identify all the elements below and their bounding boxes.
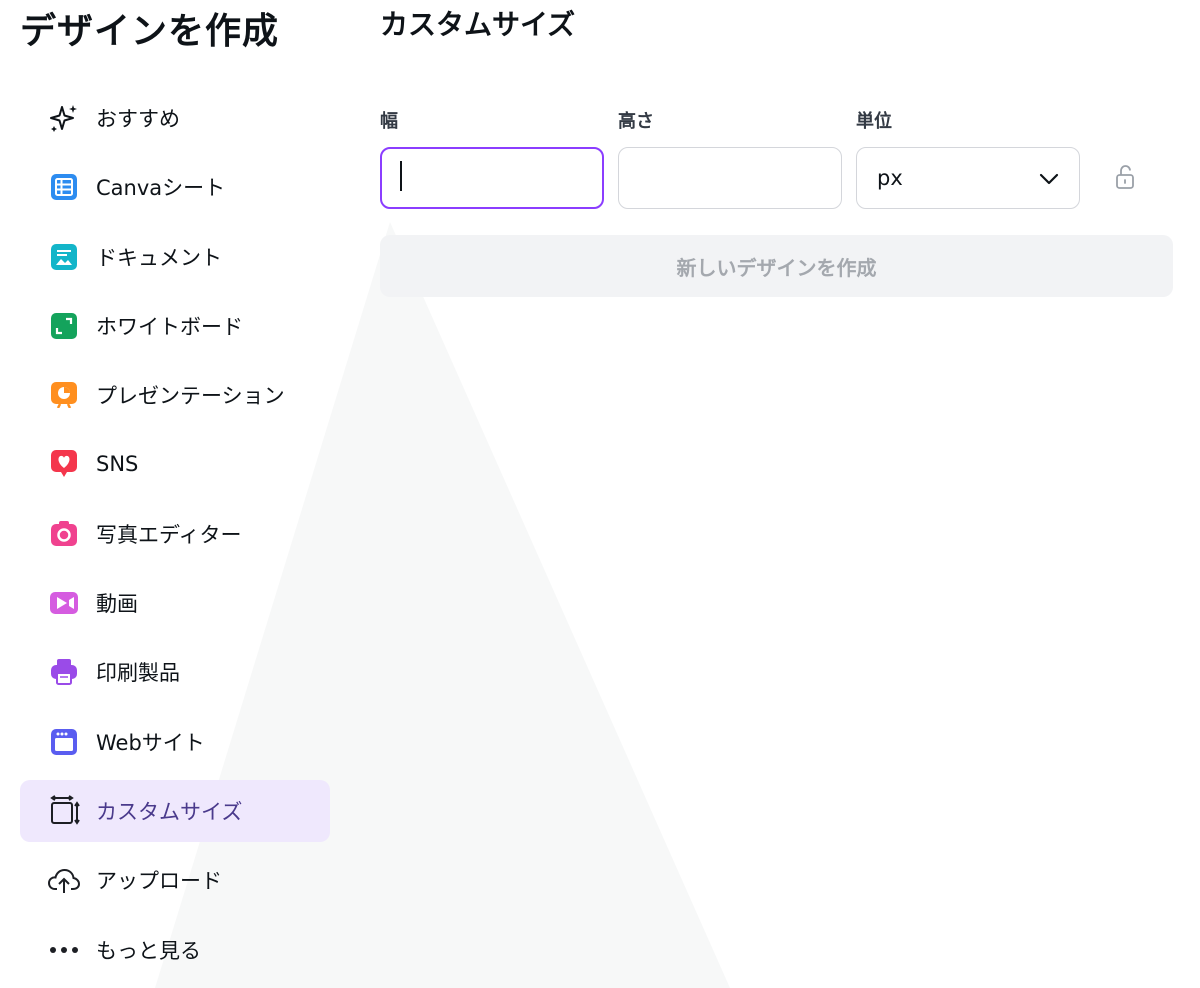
sidebar-item-label: ホワイトボード	[96, 314, 243, 339]
cloud-upload-icon	[48, 864, 80, 896]
sidebar-item-label: 写真エディター	[96, 522, 242, 547]
sidebar-item-canva-sheet[interactable]: Canvaシート	[20, 156, 330, 218]
sidebar-item-label: アップロード	[96, 869, 222, 894]
heart-icon	[48, 448, 80, 480]
sidebar-item-label: SNS	[96, 452, 139, 477]
website-icon	[48, 726, 80, 758]
document-icon	[48, 241, 80, 273]
width-input[interactable]	[380, 147, 604, 209]
page-title: デザインを作成	[20, 11, 280, 52]
unit-label: 単位	[856, 111, 892, 132]
sidebar-item-label: ドキュメント	[96, 245, 222, 270]
height-input[interactable]	[618, 147, 842, 209]
sidebar-item-label: 印刷製品	[96, 661, 180, 686]
sidebar-item-sns[interactable]: SNS	[20, 433, 330, 495]
sparkle-icon	[48, 102, 80, 134]
unit-select-value: px	[877, 166, 903, 190]
unlock-icon[interactable]	[1114, 164, 1136, 190]
video-icon	[48, 587, 80, 619]
sidebar-item-label: おすすめ	[96, 107, 180, 131]
text-caret	[400, 161, 402, 191]
printer-icon	[48, 656, 80, 688]
sidebar-item-document[interactable]: ドキュメント	[20, 226, 330, 288]
sidebar-item-video[interactable]: 動画	[20, 572, 330, 634]
sidebar-item-more[interactable]: もっと見る	[20, 919, 330, 981]
sidebar-item-label: Canvaシート	[96, 176, 226, 201]
camera-icon	[48, 518, 80, 550]
sidebar-item-recommended[interactable]: おすすめ	[20, 87, 330, 149]
chevron-down-icon	[1039, 166, 1059, 190]
sidebar-item-upload[interactable]: アップロード	[20, 849, 330, 911]
sidebar-item-label: もっと見る	[96, 938, 201, 963]
section-title: カスタムサイズ	[380, 8, 576, 41]
sheet-icon	[48, 171, 80, 203]
sidebar-item-label: プレゼンテーション	[96, 384, 285, 409]
whiteboard-icon	[48, 310, 80, 342]
presentation-icon	[48, 379, 80, 411]
sidebar-item-whiteboard[interactable]: ホワイトボード	[20, 295, 330, 357]
sidebar-item-website[interactable]: Webサイト	[20, 711, 330, 773]
more-dots-icon	[48, 934, 80, 966]
custom-size-panel: カスタムサイズ 幅 高さ 単位 px 新しいデザインを作成	[380, 0, 1180, 988]
height-label: 高さ	[618, 111, 654, 132]
unit-select[interactable]: px	[856, 147, 1080, 209]
sidebar-item-photo-editor[interactable]: 写真エディター	[20, 503, 330, 565]
create-design-button[interactable]: 新しいデザインを作成	[380, 235, 1173, 297]
width-label: 幅	[380, 111, 398, 132]
sidebar-item-label: Webサイト	[96, 730, 205, 755]
sidebar-item-label: カスタムサイズ	[96, 799, 243, 824]
sidebar-item-label: 動画	[96, 592, 138, 617]
custom-size-icon	[48, 795, 80, 827]
sidebar-item-presentation[interactable]: プレゼンテーション	[20, 364, 330, 426]
sidebar: おすすめ Canvaシート ドキュメント ホワイトボード プレゼンテーション S…	[20, 87, 330, 988]
sidebar-item-print[interactable]: 印刷製品	[20, 641, 330, 703]
sidebar-item-custom-size[interactable]: カスタムサイズ	[20, 779, 330, 842]
